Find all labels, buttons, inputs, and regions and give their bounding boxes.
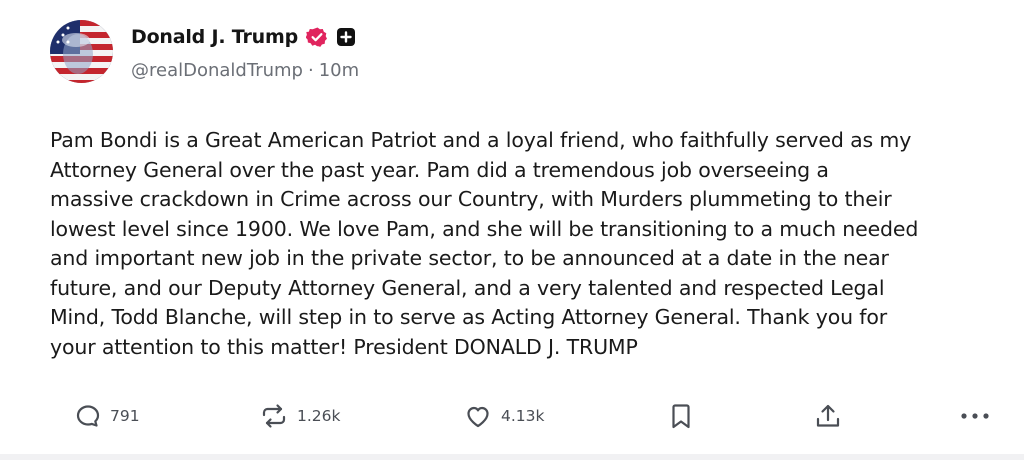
- share-button[interactable]: [813, 396, 843, 436]
- author-display-name[interactable]: Donald J. Trump: [131, 26, 298, 48]
- avatar[interactable]: [50, 20, 113, 83]
- post-body-text: Pam Bondi is a Great American Patriot an…: [50, 128, 919, 359]
- share-icon: [813, 401, 843, 431]
- post-card: Donald J. Trump @realDonaldTrump · 10m P…: [0, 0, 1024, 460]
- heart-icon: [463, 402, 493, 430]
- like-count: 4.13k: [501, 407, 545, 425]
- like-button[interactable]: 4.13k: [463, 396, 545, 436]
- bookmark-icon: [667, 401, 695, 431]
- author-handle[interactable]: @realDonaldTrump: [131, 60, 303, 81]
- post-divider: [0, 454, 1024, 460]
- more-icon: [958, 406, 992, 426]
- handle-row: @realDonaldTrump · 10m: [131, 60, 359, 81]
- post-timestamp[interactable]: 10m: [319, 60, 359, 81]
- reply-button[interactable]: 791: [74, 396, 140, 436]
- bookmark-button[interactable]: [667, 396, 695, 436]
- post-header: Donald J. Trump @realDonaldTrump · 10m: [50, 20, 359, 86]
- post-action-bar: 791 1.26k 4.13k: [0, 396, 1024, 436]
- name-row: Donald J. Trump: [131, 23, 359, 51]
- repost-count: 1.26k: [297, 407, 341, 425]
- reply-icon: [74, 402, 102, 430]
- more-options-button[interactable]: [958, 396, 992, 436]
- subscription-plus-icon: [336, 27, 356, 47]
- repost-button[interactable]: 1.26k: [259, 396, 341, 436]
- reply-count: 791: [110, 407, 140, 425]
- verified-badge-icon: [305, 26, 328, 48]
- separator-dot: ·: [307, 60, 314, 81]
- repost-icon: [259, 402, 289, 430]
- author-identity: Donald J. Trump @realDonaldTrump · 10m: [131, 23, 359, 81]
